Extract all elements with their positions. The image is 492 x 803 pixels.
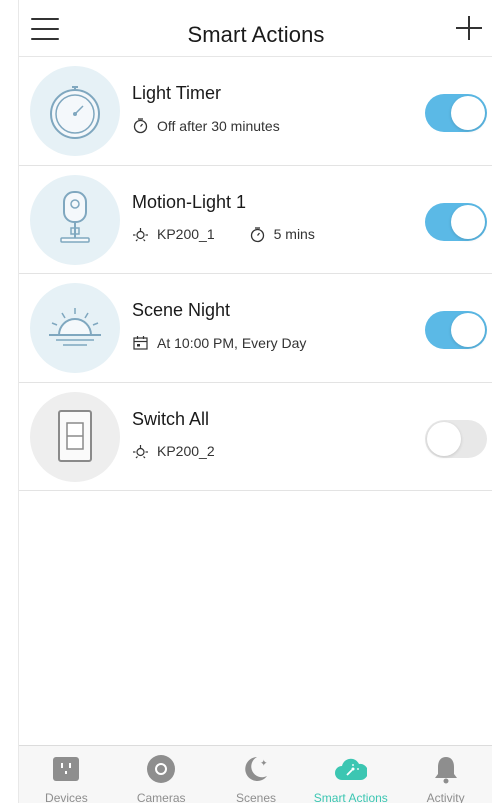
- list-item[interactable]: Motion-Light 1 KP200_1 5 mins: [19, 166, 492, 274]
- action-details: At 10:00 PM, Every Day: [132, 334, 306, 351]
- light-switch-icon: [30, 391, 120, 482]
- action-detail-text: At 10:00 PM, Every Day: [157, 334, 307, 351]
- tab-label: Cameras: [136, 791, 186, 803]
- tab-cameras[interactable]: Cameras: [114, 746, 209, 803]
- action-name: Scene Night: [132, 300, 231, 320]
- calendar-icon: [132, 334, 149, 351]
- sunset-icon: [30, 283, 120, 373]
- tab-label: Scenes: [235, 791, 276, 803]
- action-detail-text: KP200_1: [157, 226, 215, 242]
- bulb-icon: [132, 443, 149, 460]
- plug-icon: [50, 754, 82, 784]
- list-item[interactable]: Scene Night At 10:00 PM, Every Day: [19, 274, 492, 383]
- list-item[interactable]: Light Timer Off after 30 minutes: [19, 57, 492, 166]
- camera-lens-icon: [145, 754, 177, 784]
- action-name: Light Timer: [132, 83, 222, 103]
- action-details: KP200_2: [132, 443, 215, 460]
- page-title: Smart Actions: [187, 22, 325, 47]
- stopwatch-icon: [30, 66, 120, 156]
- tab-label: Devices: [45, 791, 88, 803]
- cloud-icon: [334, 754, 368, 784]
- app-frame: Smart Actions Light Timer Off after 30 m…: [18, 0, 492, 803]
- action-detail-text: Off after 30 minutes: [157, 117, 280, 134]
- action-toggle[interactable]: [425, 94, 487, 132]
- bell-icon: [430, 754, 462, 784]
- action-detail-text-secondary: 5 mins: [273, 226, 315, 242]
- action-name: Switch All: [132, 408, 210, 429]
- tab-scenes[interactable]: ✦ Scenes: [209, 746, 304, 803]
- tab-label: Smart Actions: [313, 791, 388, 803]
- camera-icon: [30, 174, 120, 265]
- bulb-icon: [132, 226, 149, 243]
- moon-icon: ✦: [240, 754, 272, 784]
- add-icon[interactable]: [455, 14, 483, 42]
- header: Smart Actions: [19, 0, 492, 57]
- list-item[interactable]: Switch All KP200_2: [19, 383, 492, 491]
- action-name: Motion-Light 1: [132, 191, 247, 212]
- action-details: KP200_1 5 mins: [132, 226, 315, 243]
- tab-devices[interactable]: Devices: [19, 746, 114, 803]
- action-details: Off after 30 minutes: [132, 117, 280, 134]
- tab-activity[interactable]: Activity: [398, 746, 492, 803]
- svg-text:✦: ✦: [260, 759, 268, 769]
- action-detail-text: KP200_2: [157, 443, 215, 459]
- action-toggle[interactable]: [425, 419, 487, 458]
- action-toggle[interactable]: [425, 202, 487, 241]
- timer-icon: [249, 226, 266, 243]
- tab-bar: Devices Cameras ✦ Scenes Smart Actions A…: [19, 745, 492, 803]
- action-toggle[interactable]: [425, 311, 487, 349]
- smart-actions-list: Light Timer Off after 30 minutes Motion-…: [19, 57, 492, 491]
- tab-label: Activity: [426, 791, 465, 803]
- tab-smart-actions[interactable]: Smart Actions: [303, 746, 398, 803]
- timer-icon: [132, 117, 149, 134]
